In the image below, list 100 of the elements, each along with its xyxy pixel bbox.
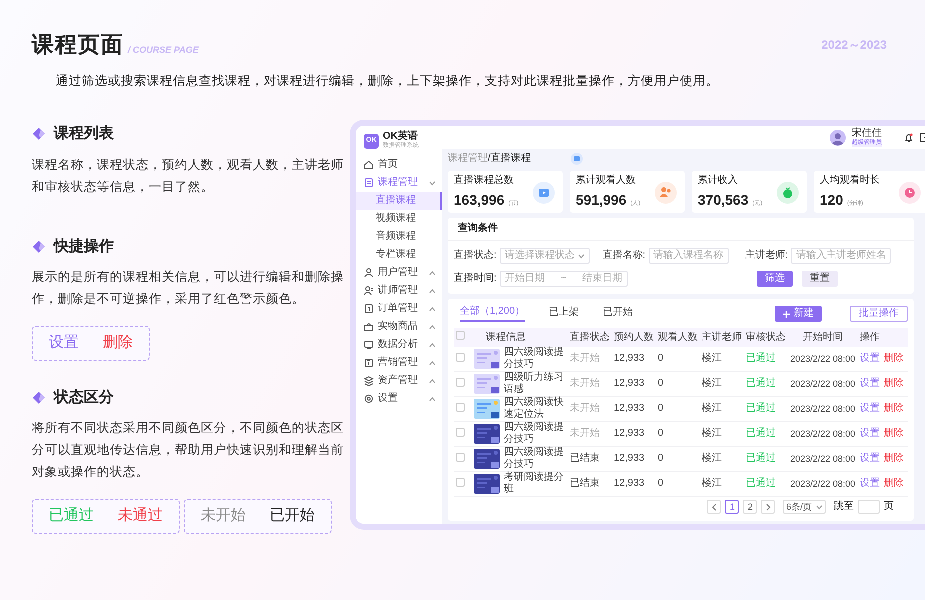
settings-link[interactable]: 设置 — [860, 403, 880, 415]
table-cell: 2023/2/22 08:00 — [788, 396, 858, 422]
settings-link[interactable]: 设置 — [860, 378, 880, 390]
delete-link[interactable]: 删除 — [884, 353, 904, 365]
sample-label: 删除 — [103, 333, 133, 353]
chevron-up-icon — [429, 270, 436, 276]
sidebar-subitem[interactable]: 专栏课程 — [356, 246, 442, 264]
screen-icon — [570, 153, 583, 165]
input-field[interactable]: 请输入课程名称 — [648, 248, 729, 264]
section-description: 展示的是所有的课程相关信息，可以进行编辑和删除操作，删除是不可逆操作，采用了红色警示颜色。 — [32, 269, 345, 308]
breadcrumb-current: 直播课程 — [490, 153, 531, 165]
input-field[interactable]: 请输入主讲老师姓名 — [791, 248, 892, 264]
intro-text: 通过筛选或搜索课程信息查找课程，对课程进行编辑，删除，上下架操作，支持对此课程批量操作，方便用户使用。 — [56, 73, 719, 90]
chevron-down-icon — [429, 180, 436, 186]
jump-label: 跳至 — [834, 501, 854, 513]
diamond-icon — [32, 240, 46, 254]
sample-label: 设置 — [49, 333, 79, 353]
live-status: 未开始 — [568, 422, 612, 446]
tab[interactable]: 已上架 — [549, 307, 580, 321]
sidebar-item[interactable]: 订单管理 — [356, 300, 442, 318]
table-cell: 2023/2/22 08:00 — [788, 347, 858, 372]
page-button[interactable]: 1 — [725, 500, 740, 514]
reset-button[interactable]: 重置 — [802, 271, 838, 287]
document-icon — [364, 178, 374, 188]
sample-label: 未通过 — [118, 506, 163, 526]
sidebar-item[interactable]: 资产管理 — [356, 372, 442, 390]
table-cell: 12,933 — [612, 372, 656, 396]
checkbox[interactable] — [456, 478, 465, 486]
select-field[interactable]: 请选择课程状态 — [500, 248, 590, 264]
breadcrumb-separator: / — [488, 153, 491, 165]
delete-link[interactable]: 删除 — [884, 453, 904, 465]
sidebar-item[interactable]: 讲师管理 — [356, 282, 442, 300]
sidebar-subitem[interactable]: 音频课程 — [356, 228, 442, 246]
checkbox[interactable] — [456, 428, 465, 436]
diamond-icon — [32, 390, 46, 405]
settings-link[interactable]: 设置 — [860, 453, 880, 465]
stack-icon — [364, 376, 374, 386]
filter-title: 查询条件 — [448, 218, 914, 241]
checkbox[interactable] — [456, 352, 465, 362]
page-button[interactable]: 2 — [743, 500, 758, 514]
stat-label: 累计观看人数 — [576, 175, 637, 187]
sidebar-item[interactable]: 设置 — [356, 390, 442, 408]
sidebar-subitem[interactable]: 直播课程 — [356, 192, 442, 210]
clipboard-icon — [364, 358, 374, 368]
delete-link[interactable]: 删除 — [884, 478, 904, 490]
bell-icon[interactable] — [904, 132, 914, 142]
sample-label: 已通过 — [49, 506, 94, 526]
sidebar-item[interactable]: 营销管理 — [356, 354, 442, 372]
stat-value: 591,996 — [576, 192, 627, 209]
chevron-up-icon — [429, 378, 436, 384]
table-cell: 0 — [656, 446, 700, 472]
checkbox[interactable] — [456, 402, 465, 412]
column-header: 操作 — [858, 328, 908, 347]
checkbox[interactable] — [456, 452, 465, 462]
date-range-field[interactable]: 开始日期 ~ 结束日期 — [500, 271, 628, 287]
sample-label: 未开始 — [201, 506, 246, 526]
money-bag-icon — [777, 182, 799, 204]
table-cell: 楼江 — [700, 372, 744, 396]
delete-link[interactable]: 删除 — [884, 378, 904, 390]
settings-link[interactable]: 设置 — [860, 428, 880, 440]
course-title: 四六级阅读提分技巧 — [504, 422, 565, 446]
settings-link[interactable]: 设置 — [860, 353, 880, 365]
audit-status: 已通过 — [744, 372, 788, 396]
sidebar-item[interactable]: 数据分析 — [356, 336, 442, 354]
page-input[interactable] — [858, 500, 880, 514]
filter-button[interactable]: 筛选 — [757, 271, 793, 287]
people-icon — [655, 182, 677, 204]
new-button[interactable]: 新建 — [775, 306, 822, 322]
live-status: 未开始 — [568, 396, 612, 422]
live-status: 已结束 — [568, 446, 612, 472]
table-cell: 0 — [656, 422, 700, 446]
breadcrumb-link[interactable]: 课程管理 — [448, 153, 488, 165]
page-size-select[interactable]: 6条/页 — [783, 500, 826, 514]
sidebar-item[interactable]: 首页 — [356, 156, 442, 174]
sidebar-item[interactable]: 实物商品 — [356, 318, 442, 336]
column-header: 预约人数 — [612, 328, 656, 347]
next-page-button[interactable] — [761, 500, 776, 514]
table-cell: 12,933 — [612, 396, 656, 422]
settings-link[interactable]: 设置 — [860, 478, 880, 490]
checkbox[interactable] — [456, 331, 465, 340]
chevron-up-icon — [429, 396, 436, 402]
table-cell: 2023/2/22 08:00 — [788, 372, 858, 396]
prev-page-button[interactable] — [707, 500, 722, 514]
sidebar-item[interactable]: 用户管理 — [356, 264, 442, 282]
checkbox[interactable] — [456, 378, 465, 386]
field-label: 直播名称: — [602, 250, 646, 262]
person-icon — [364, 286, 374, 296]
table-cell: 12,933 — [612, 472, 656, 496]
brand-name: OK英语 — [383, 131, 418, 142]
batch-button[interactable]: 批量操作 — [850, 306, 908, 322]
tab[interactable]: 已开始 — [603, 307, 634, 321]
sidebar-item[interactable]: 课程管理 — [356, 174, 442, 192]
delete-link[interactable]: 删除 — [884, 428, 904, 440]
delete-link[interactable]: 删除 — [884, 403, 904, 415]
audit-status: 已通过 — [744, 422, 788, 446]
live-status: 未开始 — [568, 347, 612, 372]
field-label: 直播状态: — [454, 250, 497, 262]
chevron-down-icon — [816, 504, 823, 510]
tab[interactable]: 全部（1,200） — [460, 306, 526, 322]
sidebar-subitem[interactable]: 视频课程 — [356, 210, 442, 228]
